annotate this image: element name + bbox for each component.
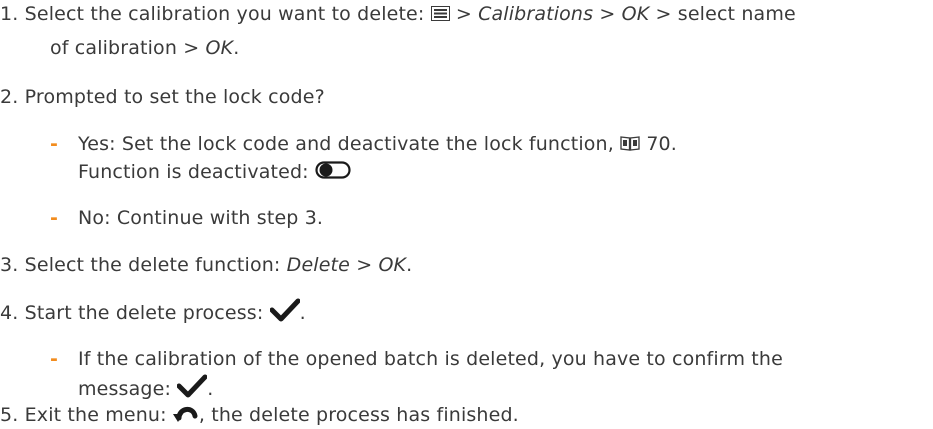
- bullet-dash: -: [50, 207, 59, 229]
- manual-book-icon: [620, 132, 640, 158]
- step-5: 5. Exit the menu: , the delete process h…: [0, 402, 519, 429]
- toggle-off-icon: [315, 160, 351, 186]
- checkmark-icon: [176, 374, 208, 405]
- checkmark-icon: [269, 298, 301, 329]
- step-3: 3. Select the delete function: Delete > …: [0, 254, 413, 276]
- step-4-sub-continuation: message: .: [78, 374, 213, 405]
- step-4: 4. Start the delete process: .: [0, 298, 306, 329]
- step-number: 2.: [0, 86, 19, 108]
- step-2-yes-continuation: Function is deactivated:: [78, 159, 351, 186]
- menu-icon: [430, 2, 450, 28]
- step-2: 2. Prompted to set the lock code?: [0, 86, 325, 108]
- step-1: 1. Select the calibration you want to de…: [0, 1, 796, 28]
- step-number: 5.: [0, 404, 19, 426]
- bullet-dash: -: [50, 133, 59, 155]
- step-2-no-item: - No: Continue with step 3.: [50, 207, 324, 229]
- step-number: 4.: [0, 302, 19, 324]
- instruction-document: 1. Select the calibration you want to de…: [0, 0, 933, 429]
- step-1-continuation: of calibration > OK.: [50, 37, 240, 59]
- bullet-dash: -: [50, 348, 59, 370]
- back-arrow-icon: [172, 402, 199, 429]
- step-4-sub-item: - If the calibration of the opened batch …: [50, 348, 783, 370]
- step-number: 1.: [0, 3, 19, 25]
- step-number: 3.: [0, 254, 19, 276]
- step-2-yes-item: - Yes: Set the lock code and deactivate t…: [50, 131, 677, 158]
